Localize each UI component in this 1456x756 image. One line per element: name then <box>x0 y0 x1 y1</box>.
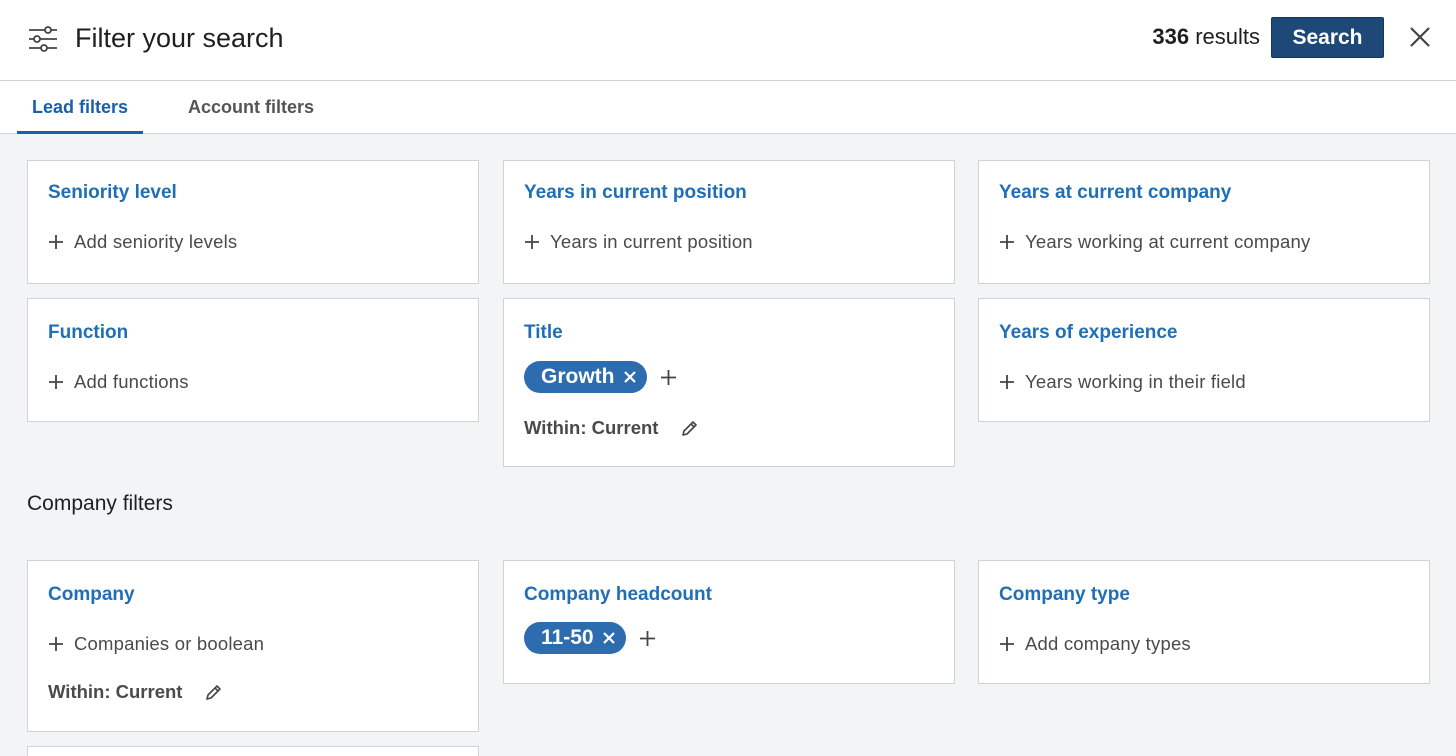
years-position-placeholder: Years in current position <box>550 231 753 252</box>
results-count: 336 results <box>1152 24 1260 50</box>
filter-tabs: Lead filters Account filters <box>0 81 1456 134</box>
tab-lead-filters[interactable]: Lead filters <box>17 81 143 134</box>
page-title: Filter your search <box>75 23 284 53</box>
selected-title-pill[interactable]: Growth <box>524 361 647 393</box>
company-type-placeholder: Add company types <box>1025 633 1191 654</box>
add-experience-button[interactable]: Years working in their field <box>999 371 1246 393</box>
add-function-button[interactable]: Add functions <box>48 371 189 393</box>
title-pill-row: Growth <box>524 361 677 393</box>
title-within-label: Within: Current <box>524 417 659 438</box>
pencil-icon[interactable] <box>204 683 223 702</box>
search-button[interactable]: Search <box>1271 17 1384 58</box>
company-filter-title[interactable]: Company <box>48 584 135 606</box>
plus-icon <box>49 235 63 249</box>
plus-icon <box>1000 637 1014 651</box>
sliders-icon <box>29 26 57 52</box>
add-company-button[interactable]: Companies or boolean <box>48 633 264 655</box>
experience-filter-title[interactable]: Years of experience <box>999 322 1178 344</box>
company-type-filter-card: Company type Add company types <box>978 560 1430 684</box>
company-within-row: Within: Current <box>48 681 223 703</box>
add-years-position-button[interactable]: Years in current position <box>524 231 753 253</box>
add-company-type-button[interactable]: Add company types <box>999 633 1191 655</box>
years-company-filter-title[interactable]: Years at current company <box>999 182 1231 204</box>
experience-placeholder: Years working in their field <box>1025 371 1246 392</box>
seniority-filter-card: Seniority level Add seniority levels <box>27 160 479 284</box>
title-pill-label: Growth <box>541 365 615 388</box>
plus-icon <box>1000 235 1014 249</box>
seniority-filter-title[interactable]: Seniority level <box>48 182 177 204</box>
headcount-pill-label: 11-50 <box>541 626 594 649</box>
results-suffix: results <box>1195 24 1260 49</box>
title-filter-card: Title Growth Within: Current <box>503 298 955 467</box>
title-within-row: Within: Current <box>524 417 699 439</box>
selected-headcount-pill[interactable]: 11-50 <box>524 622 626 654</box>
close-icon[interactable] <box>1406 23 1434 51</box>
years-company-filter-card: Years at current company Years working a… <box>978 160 1430 284</box>
function-filter-title[interactable]: Function <box>48 322 128 344</box>
next-filter-card <box>27 746 479 756</box>
remove-icon[interactable] <box>623 370 637 384</box>
plus-icon <box>1000 375 1014 389</box>
filter-header: Filter your search 336 results Search <box>0 0 1456 81</box>
add-years-company-button[interactable]: Years working at current company <box>999 231 1310 253</box>
years-position-filter-card: Years in current position Years in curre… <box>503 160 955 284</box>
pencil-icon[interactable] <box>680 419 699 438</box>
plus-icon[interactable] <box>639 630 656 647</box>
plus-icon <box>49 375 63 389</box>
plus-icon <box>49 637 63 651</box>
plus-icon[interactable] <box>660 369 677 386</box>
company-placeholder: Companies or boolean <box>74 633 265 654</box>
plus-icon <box>525 235 539 249</box>
company-filters-heading: Company filters <box>27 492 173 515</box>
company-type-filter-title[interactable]: Company type <box>999 584 1130 606</box>
headcount-pill-row: 11-50 <box>524 622 656 654</box>
headcount-filter-card: Company headcount 11-50 <box>503 560 955 684</box>
function-filter-card: Function Add functions <box>27 298 479 422</box>
add-seniority-button[interactable]: Add seniority levels <box>48 231 237 253</box>
tab-account-filters[interactable]: Account filters <box>172 81 330 134</box>
company-filter-card: Company Companies or boolean Within: Cur… <box>27 560 479 732</box>
title-filter-title[interactable]: Title <box>524 322 563 344</box>
headcount-filter-title[interactable]: Company headcount <box>524 584 712 606</box>
function-placeholder: Add functions <box>74 371 189 392</box>
seniority-placeholder: Add seniority levels <box>74 231 238 252</box>
experience-filter-card: Years of experience Years working in the… <box>978 298 1430 422</box>
years-company-placeholder: Years working at current company <box>1025 231 1311 252</box>
remove-icon[interactable] <box>602 631 616 645</box>
company-within-label: Within: Current <box>48 681 183 702</box>
years-position-filter-title[interactable]: Years in current position <box>524 182 747 204</box>
results-number: 336 <box>1152 24 1190 49</box>
